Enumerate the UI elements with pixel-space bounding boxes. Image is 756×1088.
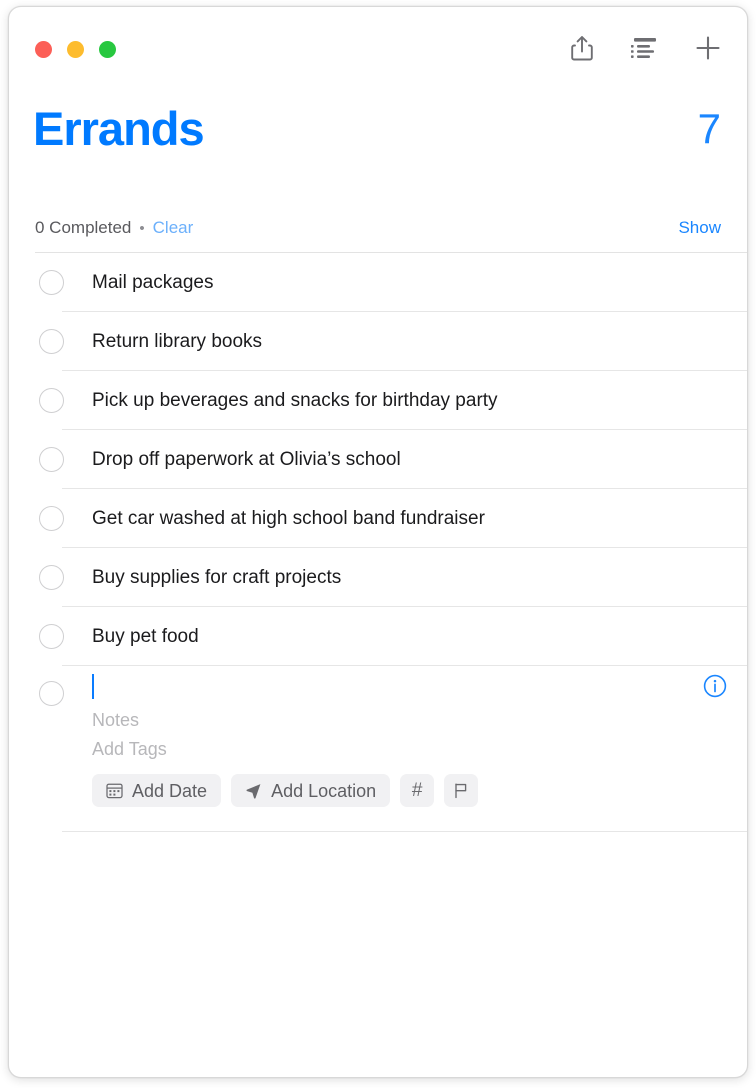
reminder-row[interactable]: Pick up beverages and snacks for birthda… <box>9 371 747 430</box>
reminder-checkbox[interactable] <box>39 270 64 295</box>
add-tag-button[interactable]: # <box>400 774 435 807</box>
calendar-icon <box>106 783 123 799</box>
completed-separator: • <box>139 220 145 237</box>
new-reminder-title-field[interactable] <box>92 666 727 706</box>
reminder-row[interactable]: Buy supplies for craft projects <box>9 548 747 607</box>
add-date-button[interactable]: Add Date <box>92 774 222 807</box>
reminder-checkbox[interactable] <box>39 624 64 649</box>
completed-count-label: 0 Completed <box>35 218 132 237</box>
row-separator <box>62 831 747 832</box>
reminder-title: Buy supplies for craft projects <box>92 567 342 588</box>
reminder-checkbox[interactable] <box>39 447 64 472</box>
clear-completed-button[interactable]: Clear <box>153 218 194 238</box>
add-location-label: Add Location <box>271 780 377 801</box>
list-bullet-icon <box>631 38 656 58</box>
reminder-title: Pick up beverages and snacks for birthda… <box>92 390 498 411</box>
toolbar <box>567 31 723 65</box>
tags-field[interactable]: Add Tags <box>92 735 727 764</box>
show-completed-button[interactable]: Show <box>678 218 721 238</box>
reminder-list: Mail packages Return library books Pick … <box>9 253 747 1077</box>
reminder-row[interactable]: Mail packages <box>9 253 747 312</box>
zoom-window-button[interactable] <box>99 41 116 58</box>
reminder-body: Drop off paperwork at Olivia’s school <box>64 430 747 489</box>
new-reminder-body: Notes Add Tags Add Date Add Location # <box>64 666 747 823</box>
window-titlebar <box>9 7 747 95</box>
close-window-button[interactable] <box>35 41 52 58</box>
info-circle-icon <box>703 674 727 698</box>
share-icon <box>571 36 593 61</box>
reminder-title: Get car washed at high school band fundr… <box>92 508 485 529</box>
reminder-title: Buy pet food <box>92 626 199 647</box>
reminder-checkbox[interactable] <box>39 388 64 413</box>
hash-icon: # <box>411 780 423 801</box>
reminder-count: 7 <box>697 105 721 152</box>
reminder-row[interactable]: Drop off paperwork at Olivia’s school <box>9 430 747 489</box>
plus-icon <box>696 36 720 60</box>
reminder-info-button[interactable] <box>703 674 727 698</box>
new-reminder-actions: Add Date Add Location # <box>92 774 727 807</box>
reminder-title: Drop off paperwork at Olivia’s school <box>92 449 401 470</box>
new-reminder-row[interactable]: Notes Add Tags Add Date Add Location # <box>9 666 747 832</box>
flag-icon <box>455 783 467 799</box>
reminder-body: Get car washed at high school band fundr… <box>64 489 747 548</box>
reminder-body: Mail packages <box>64 253 747 312</box>
location-arrow-icon <box>246 784 261 799</box>
minimize-window-button[interactable] <box>67 41 84 58</box>
share-button[interactable] <box>567 31 597 65</box>
reminder-body: Buy supplies for craft projects <box>64 548 747 607</box>
page-title: Errands <box>33 102 205 155</box>
reminder-row[interactable]: Get car washed at high school band fundr… <box>9 489 747 548</box>
reminder-row[interactable]: Return library books <box>9 312 747 371</box>
add-flag-button[interactable] <box>444 774 479 807</box>
reminder-checkbox[interactable] <box>39 506 64 531</box>
reminders-window: Errands 7 0 Completed • Clear Show Mail … <box>8 6 748 1078</box>
add-location-button[interactable]: Add Location <box>231 774 391 807</box>
add-reminder-button[interactable] <box>693 31 723 65</box>
reminder-title: Return library books <box>92 331 263 352</box>
view-options-button[interactable] <box>630 31 660 65</box>
reminder-title: Mail packages <box>92 272 214 293</box>
notes-field[interactable]: Notes <box>92 706 727 735</box>
reminder-body: Buy pet food <box>64 607 747 666</box>
add-date-label: Add Date <box>132 780 208 801</box>
text-caret <box>92 673 94 699</box>
completed-bar-left: 0 Completed • Clear <box>35 218 193 238</box>
reminder-body: Return library books <box>64 312 747 371</box>
reminder-row[interactable]: Buy pet food <box>9 607 747 666</box>
completed-bar: 0 Completed • Clear Show <box>9 209 747 247</box>
reminder-body: Pick up beverages and snacks for birthda… <box>64 371 747 430</box>
traffic-lights <box>35 41 116 58</box>
reminder-checkbox[interactable] <box>39 329 64 354</box>
new-reminder-checkbox[interactable] <box>39 681 64 706</box>
reminder-checkbox[interactable] <box>39 565 64 590</box>
